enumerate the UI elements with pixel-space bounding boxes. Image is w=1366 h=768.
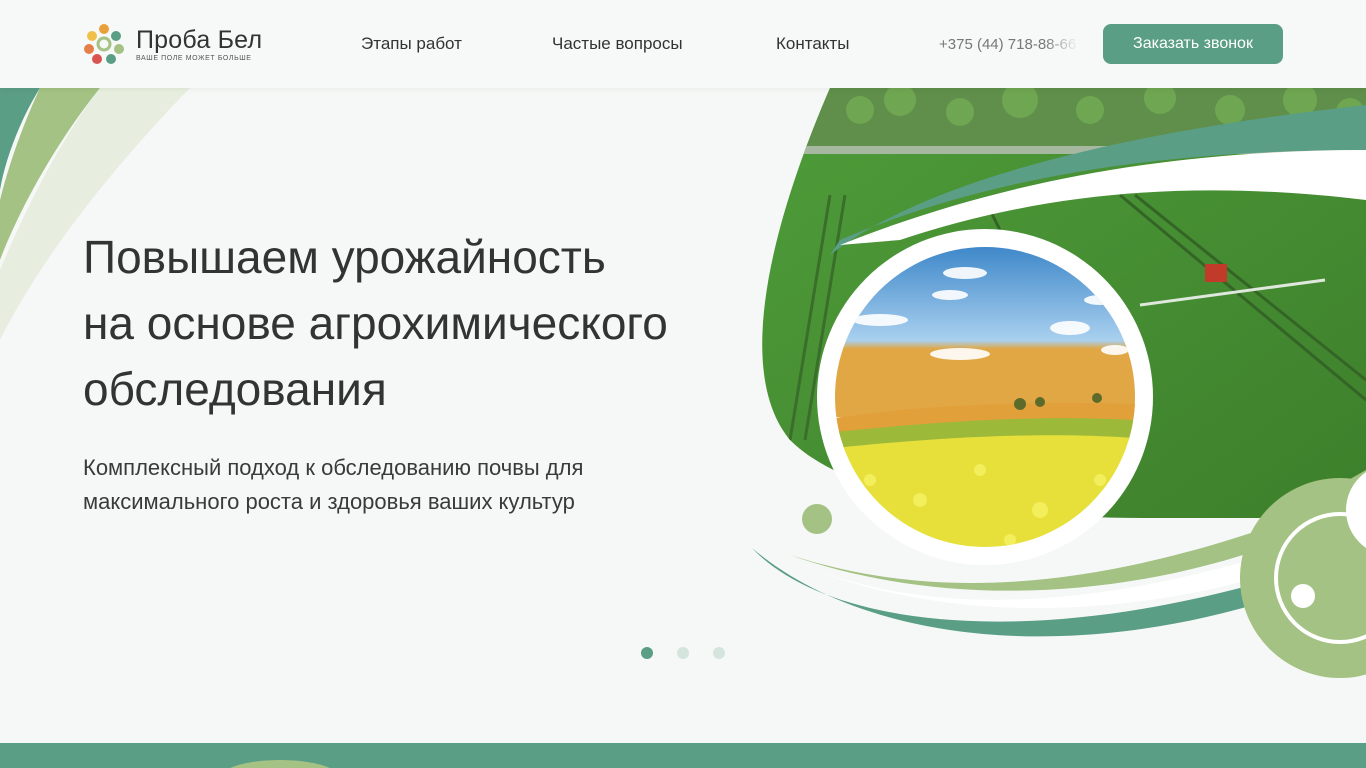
band-decoration xyxy=(230,760,330,768)
next-section-band xyxy=(0,743,1366,768)
hero-title: Повышаем урожайность на основе агрохимич… xyxy=(83,224,763,422)
hero-subtitle-line-2: максимального роста и здоровья ваших кул… xyxy=(83,489,575,514)
logo[interactable]: Проба Бел ВАШЕ ПОЛЕ МОЖЕТ БОЛЬШЕ xyxy=(82,22,262,66)
logo-mark-icon xyxy=(84,24,124,64)
site-header: Проба Бел ВАШЕ ПОЛЕ МОЖЕТ БОЛЬШЕ Этапы р… xyxy=(0,0,1366,88)
hero-title-line-1: Повышаем урожайность xyxy=(83,231,606,283)
nav-item-faq[interactable]: Частые вопросы xyxy=(552,34,683,54)
phone-link[interactable]: +375 (44) 718-88-66 xyxy=(939,36,1079,53)
hero-title-line-3: обследования xyxy=(83,363,387,415)
hero-subtitle: Комплексный подход к обследованию почвы … xyxy=(83,451,703,519)
slider-dots xyxy=(641,647,725,659)
logo-name: Проба Бел xyxy=(136,25,263,54)
order-call-button[interactable]: Заказать звонок xyxy=(1103,24,1283,64)
nav-item-contacts[interactable]: Контакты xyxy=(776,34,849,54)
nav-item-stages[interactable]: Этапы работ xyxy=(361,34,462,54)
slider-dot-2[interactable] xyxy=(677,647,689,659)
hero-subtitle-line-1: Комплексный подход к обследованию почвы … xyxy=(83,455,584,480)
hero-title-line-2: на основе агрохимического xyxy=(83,297,668,349)
slider-dot-3[interactable] xyxy=(713,647,725,659)
slider-dot-1[interactable] xyxy=(641,647,653,659)
logo-slogan: ВАШЕ ПОЛЕ МОЖЕТ БОЛЬШЕ xyxy=(136,54,252,62)
